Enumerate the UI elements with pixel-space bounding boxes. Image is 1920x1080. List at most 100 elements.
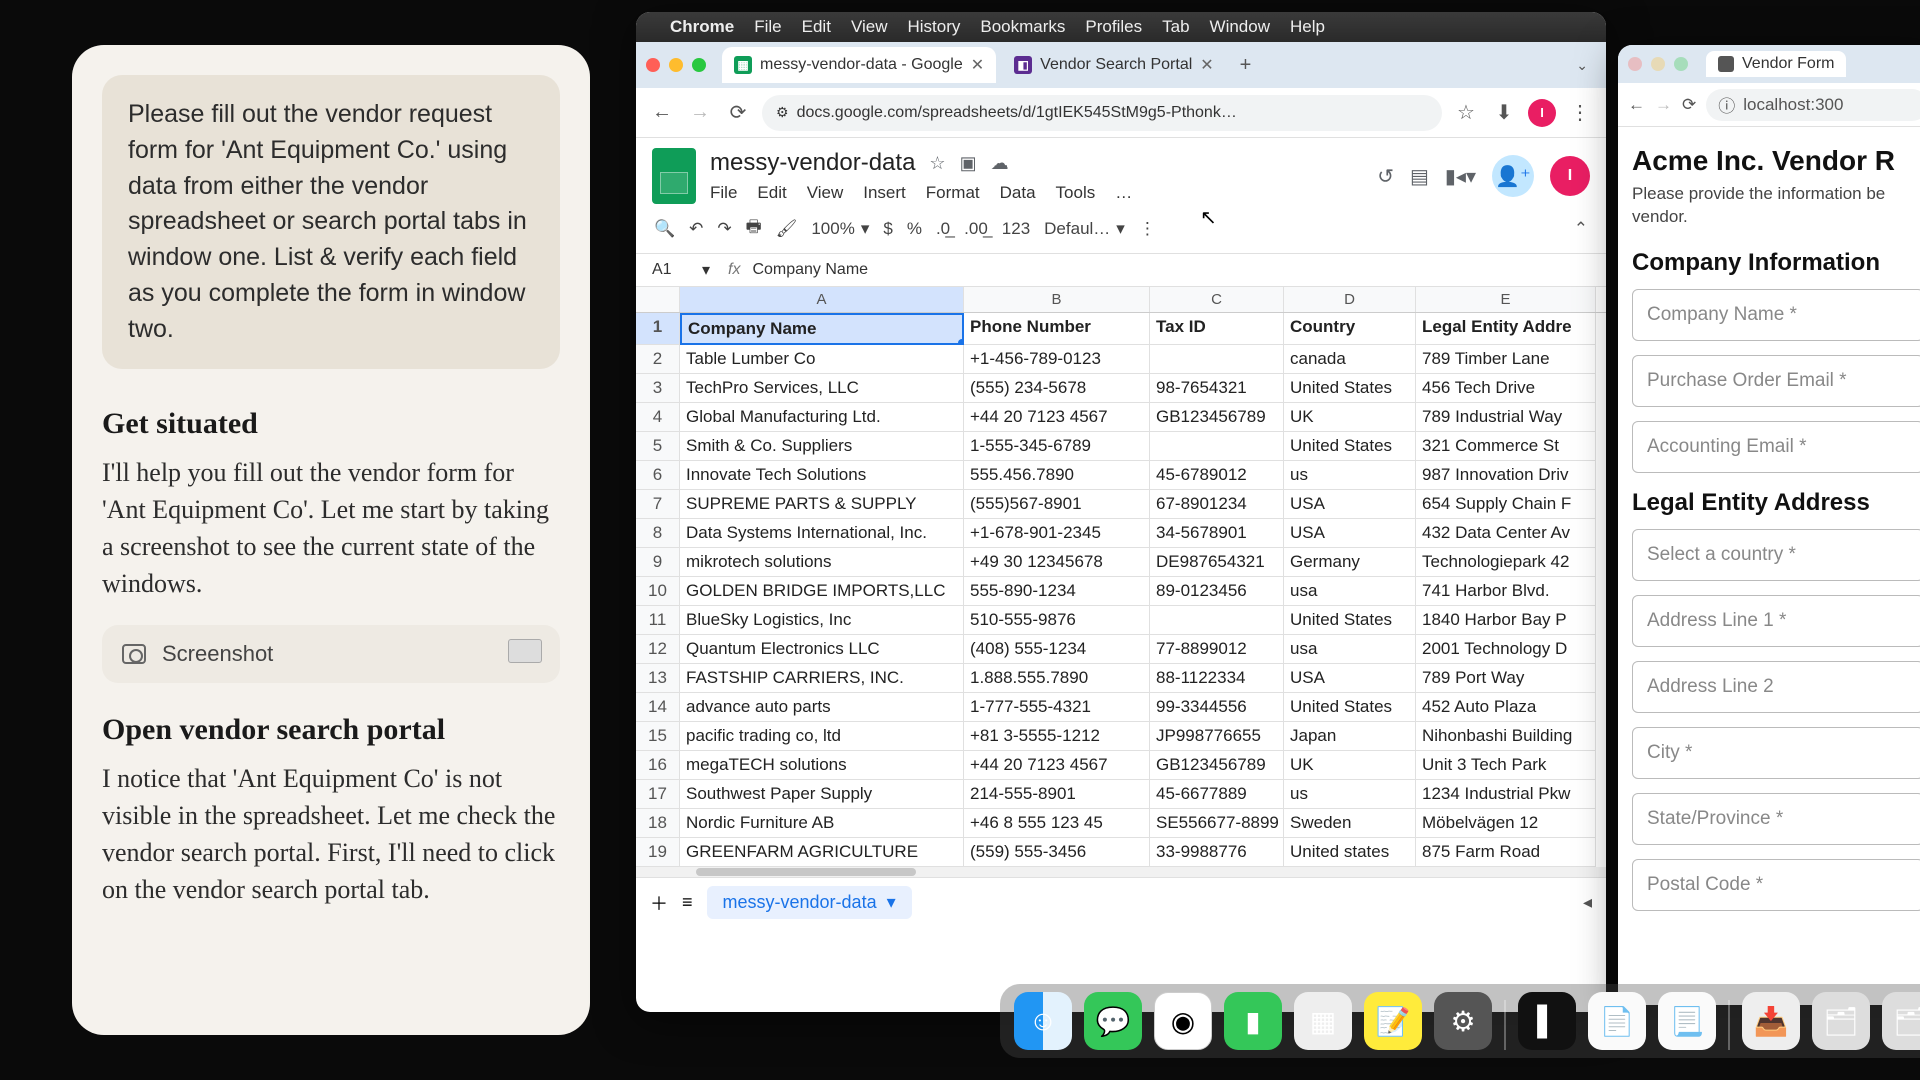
row-header[interactable]: 3: [636, 374, 680, 403]
address-line1-field[interactable]: Address Line 1 *: [1632, 595, 1920, 647]
star-icon[interactable]: ☆: [929, 153, 945, 174]
row-header[interactable]: 8: [636, 519, 680, 548]
cell[interactable]: Innovate Tech Solutions: [680, 461, 964, 490]
row-header[interactable]: 5: [636, 432, 680, 461]
cell[interactable]: BlueSky Logistics, Inc: [680, 606, 964, 635]
cell[interactable]: (559) 555-3456: [964, 838, 1150, 867]
cell[interactable]: TechPro Services, LLC: [680, 374, 964, 403]
menubar-item[interactable]: Profiles: [1085, 17, 1142, 37]
cell[interactable]: 1840 Harbor Bay P: [1416, 606, 1596, 635]
reload-button[interactable]: ⟳: [724, 99, 752, 127]
increase-decimal-button[interactable]: .00̲: [964, 219, 988, 239]
reload-button[interactable]: ⟳: [1682, 95, 1696, 115]
cell[interactable]: +1-678-901-2345: [964, 519, 1150, 548]
cell[interactable]: 875 Farm Road: [1416, 838, 1596, 867]
cell[interactable]: 452 Auto Plaza: [1416, 693, 1596, 722]
tab-close-icon[interactable]: ✕: [971, 55, 984, 75]
cell[interactable]: 987 Innovation Driv: [1416, 461, 1596, 490]
cell[interactable]: 98-7654321: [1150, 374, 1284, 403]
sheets-menu-item[interactable]: Insert: [863, 183, 906, 203]
dock-pages-icon[interactable]: 📃: [1658, 992, 1716, 1050]
column-header[interactable]: A: [680, 287, 964, 312]
dock-terminal-icon[interactable]: ▌: [1518, 992, 1576, 1050]
row-header[interactable]: 9: [636, 548, 680, 577]
cell[interactable]: UK: [1284, 403, 1416, 432]
window-minimize-icon[interactable]: [669, 58, 683, 72]
cell[interactable]: us: [1284, 461, 1416, 490]
menubar-item[interactable]: Edit: [802, 17, 831, 37]
cell[interactable]: Nordic Furniture AB: [680, 809, 964, 838]
cell[interactable]: (555) 234-5678: [964, 374, 1150, 403]
row-header[interactable]: 16: [636, 751, 680, 780]
cell[interactable]: Global Manufacturing Ltd.: [680, 403, 964, 432]
cell[interactable]: United States: [1284, 432, 1416, 461]
row-header[interactable]: 17: [636, 780, 680, 809]
search-menus-icon[interactable]: 🔍: [654, 219, 675, 239]
tab-list-button[interactable]: ⌄: [1576, 57, 1596, 74]
dock-finder-icon[interactable]: ☺: [1014, 992, 1072, 1050]
add-sheet-button[interactable]: ＋: [650, 890, 668, 916]
cell[interactable]: JP998776655: [1150, 722, 1284, 751]
share-button[interactable]: 👤⁺: [1492, 155, 1534, 197]
cell[interactable]: [1150, 432, 1284, 461]
dock-settings-icon[interactable]: ⚙: [1434, 992, 1492, 1050]
spreadsheet-grid[interactable]: A B C D E 1Company NamePhone NumberTax I…: [636, 287, 1606, 877]
cell[interactable]: 33-9988776: [1150, 838, 1284, 867]
chrome-menu-icon[interactable]: ⋮: [1566, 99, 1594, 127]
tab-close-icon[interactable]: ✕: [1200, 55, 1213, 75]
menubar-item[interactable]: Help: [1290, 17, 1325, 37]
cell[interactable]: Southwest Paper Supply: [680, 780, 964, 809]
cell[interactable]: SUPREME PARTS & SUPPLY: [680, 490, 964, 519]
row-header[interactable]: 13: [636, 664, 680, 693]
collapse-toolbar-icon[interactable]: ⌃: [1574, 219, 1588, 239]
new-tab-button[interactable]: +: [1232, 54, 1260, 77]
row-header[interactable]: 19: [636, 838, 680, 867]
row-header[interactable]: 12: [636, 635, 680, 664]
formula-input[interactable]: Company Name: [752, 261, 868, 279]
comments-icon[interactable]: ▤: [1410, 164, 1429, 189]
row-header[interactable]: 11: [636, 606, 680, 635]
cell[interactable]: 555-890-1234: [964, 577, 1150, 606]
cell[interactable]: 789 Port Way: [1416, 664, 1596, 693]
forward-button[interactable]: →: [686, 99, 714, 127]
cell[interactable]: 214-555-8901: [964, 780, 1150, 809]
row-header[interactable]: 2: [636, 345, 680, 374]
dock-downloads-icon[interactable]: 📥: [1742, 992, 1800, 1050]
cell[interactable]: 321 Commerce St: [1416, 432, 1596, 461]
toolbar-more-icon[interactable]: ⋮: [1139, 219, 1156, 239]
cell[interactable]: Data Systems International, Inc.: [680, 519, 964, 548]
cell[interactable]: +49 30 12345678: [964, 548, 1150, 577]
window-zoom-icon[interactable]: [1674, 57, 1688, 71]
cell[interactable]: 77-8899012: [1150, 635, 1284, 664]
po-email-field[interactable]: Purchase Order Email *: [1632, 355, 1920, 407]
cell[interactable]: Smith & Co. Suppliers: [680, 432, 964, 461]
row-header[interactable]: 4: [636, 403, 680, 432]
dock-facetime-icon[interactable]: ▮: [1224, 992, 1282, 1050]
cell[interactable]: Unit 3 Tech Park: [1416, 751, 1596, 780]
dock-chrome-icon[interactable]: ◉: [1154, 992, 1212, 1050]
scrollbar-thumb[interactable]: [696, 868, 916, 876]
sheet-tab[interactable]: messy-vendor-data▾: [707, 886, 912, 919]
cell[interactable]: 2001 Technology D: [1416, 635, 1596, 664]
all-sheets-button[interactable]: ≡: [682, 892, 693, 913]
forward-button[interactable]: →: [1655, 95, 1672, 115]
browser-tab-sheets[interactable]: ▦ messy-vendor-data - Google ✕: [722, 47, 996, 83]
menubar-app-name[interactable]: Chrome: [670, 17, 734, 37]
cell[interactable]: Legal Entity Addre: [1416, 313, 1596, 345]
print-button[interactable]: 🖶: [746, 214, 762, 243]
cell[interactable]: (408) 555-1234: [964, 635, 1150, 664]
address-line2-field[interactable]: Address Line 2: [1632, 661, 1920, 713]
cell[interactable]: United States: [1284, 374, 1416, 403]
cell[interactable]: GOLDEN BRIDGE IMPORTS,LLC: [680, 577, 964, 606]
cell[interactable]: DE987654321: [1150, 548, 1284, 577]
sheets-menu-item[interactable]: View: [807, 183, 844, 203]
cell[interactable]: GREENFARM AGRICULTURE: [680, 838, 964, 867]
dock-folder-icon[interactable]: 🗂: [1882, 992, 1920, 1050]
menubar-item[interactable]: Window: [1210, 17, 1270, 37]
menubar-item[interactable]: File: [754, 17, 781, 37]
cell[interactable]: 789 Timber Lane: [1416, 345, 1596, 374]
window-minimize-icon[interactable]: [1651, 57, 1665, 71]
cell[interactable]: USA: [1284, 519, 1416, 548]
sheet-scroll-left-icon[interactable]: ◂: [1583, 892, 1592, 913]
cell[interactable]: 34-5678901: [1150, 519, 1284, 548]
